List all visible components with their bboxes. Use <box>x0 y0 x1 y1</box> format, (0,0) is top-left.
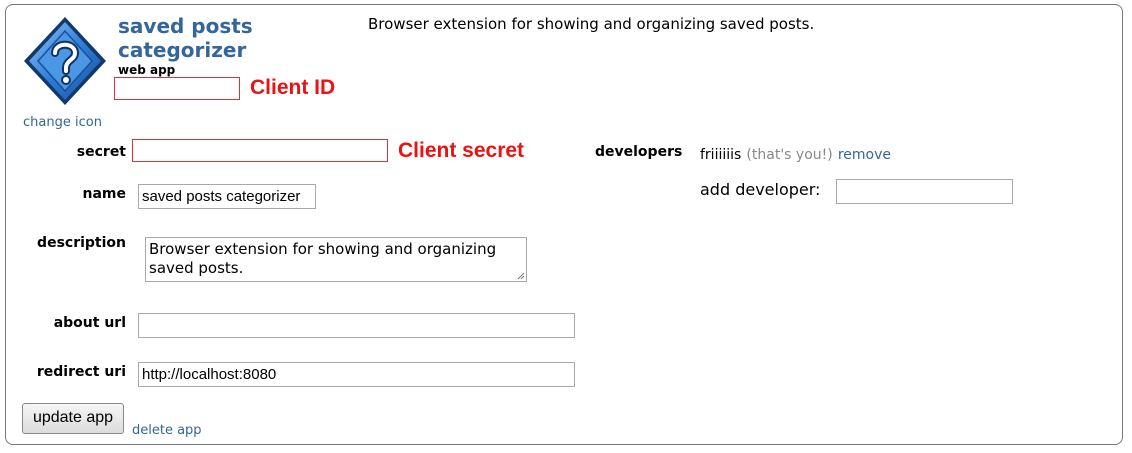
name-input[interactable]: saved posts categorizer <box>138 184 316 209</box>
app-short-description: Browser extension for showing and organi… <box>368 15 815 33</box>
app-name: saved posts categorizer <box>118 14 253 62</box>
redirect-uri-input[interactable]: http://localhost:8080 <box>138 362 575 387</box>
developer-name: friiiiiis <box>700 147 742 163</box>
description-textarea[interactable]: Browser extension for showing and organi… <box>145 237 527 282</box>
add-developer-label: add developer: <box>700 180 821 199</box>
change-icon-link[interactable]: change icon <box>23 115 102 130</box>
delete-app-link[interactable]: delete app <box>132 423 202 438</box>
add-developer-input[interactable] <box>836 179 1013 204</box>
about-url-input[interactable] <box>138 313 575 338</box>
developer-entry: friiiiiis (that's you!) remove <box>700 144 891 163</box>
secret-label: secret <box>76 144 126 160</box>
client-secret-annotation: Client secret <box>398 139 525 162</box>
client-secret-highlight-box <box>132 139 388 162</box>
client-id-highlight-box <box>114 77 240 100</box>
developer-you-note: (that's you!) <box>746 147 833 163</box>
about-url-label: about url <box>53 315 126 331</box>
developers-label: developers <box>595 144 683 160</box>
description-label: description <box>37 235 126 251</box>
name-label: name <box>82 186 127 202</box>
update-app-button[interactable]: update app <box>22 403 124 434</box>
resize-handle-icon[interactable] <box>517 272 525 280</box>
client-id-annotation: Client ID <box>250 76 336 99</box>
question-diamond-icon[interactable] <box>22 15 108 107</box>
remove-developer-link[interactable]: remove <box>838 147 891 163</box>
app-type: web app <box>118 63 176 77</box>
redirect-uri-label: redirect uri <box>36 364 126 380</box>
description-text: Browser extension for showing and organi… <box>149 240 497 277</box>
